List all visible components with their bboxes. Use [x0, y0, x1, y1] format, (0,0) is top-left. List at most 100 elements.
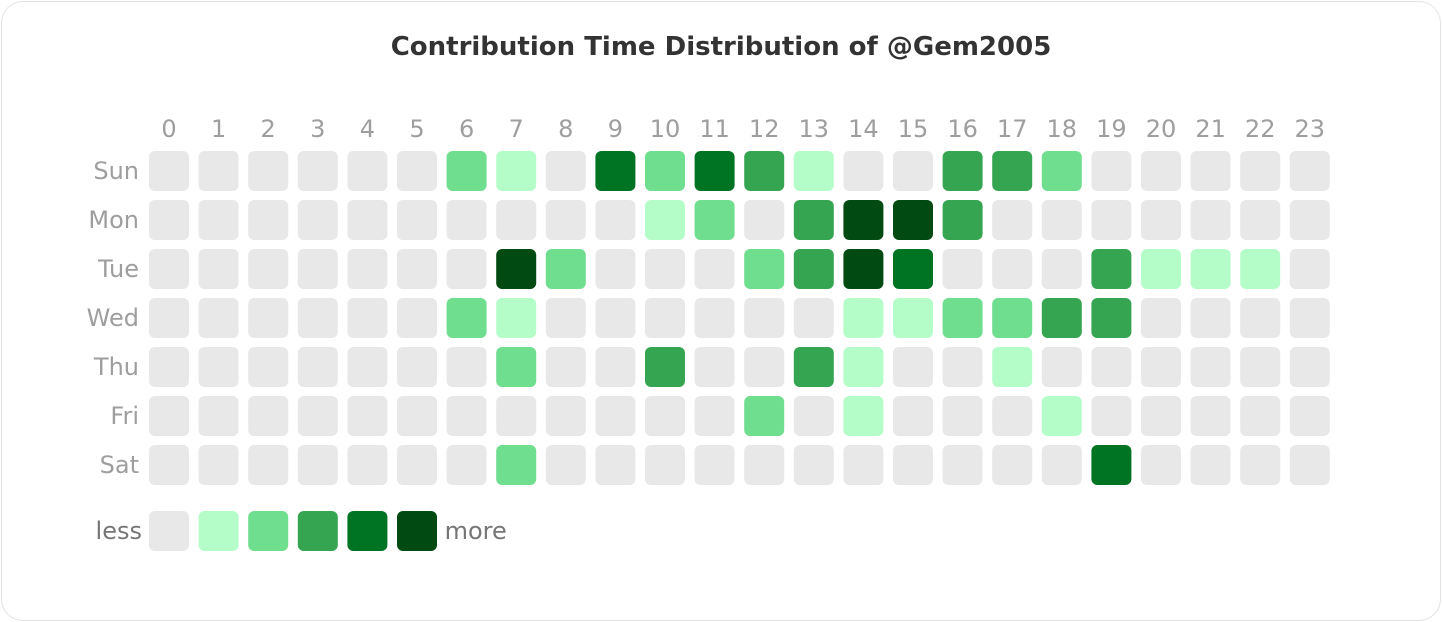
x-tick-label: 22 — [1245, 115, 1276, 143]
legend-swatch — [149, 511, 189, 551]
heatmap-cell — [744, 200, 785, 240]
legend-swatch — [297, 511, 338, 551]
heatmap-cell — [992, 200, 1033, 240]
y-tick-label: Sun — [93, 157, 139, 185]
heatmap-cell — [1141, 347, 1181, 387]
heatmap-cell — [1091, 347, 1132, 387]
heatmap-cell — [347, 298, 388, 338]
legend-swatch — [347, 511, 388, 551]
heatmap-cell — [297, 396, 338, 436]
heatmap-cell — [149, 347, 189, 387]
heatmap-cell — [297, 249, 338, 289]
heatmap-cell — [793, 347, 834, 387]
heatmap-cell — [297, 151, 338, 191]
heatmap-cell — [645, 347, 685, 387]
heatmap-cell — [1240, 249, 1281, 289]
heatmap-cell — [1141, 151, 1181, 191]
heatmap-cell — [992, 347, 1033, 387]
heatmap-cell — [843, 249, 884, 289]
legend-less-label: less — [96, 517, 142, 545]
heatmap-cell — [1240, 200, 1281, 240]
heatmap-cell — [1141, 396, 1181, 436]
heatmap-cell — [149, 445, 189, 485]
heatmap-cell — [843, 298, 884, 338]
x-tick-label: 16 — [947, 115, 978, 143]
heatmap-cell — [1190, 445, 1231, 485]
heatmap-cell — [1041, 396, 1082, 436]
heatmap-cell — [893, 396, 933, 436]
heatmap-cell — [347, 347, 388, 387]
heatmap-cell — [347, 445, 388, 485]
y-tick-label: Mon — [88, 206, 139, 234]
heatmap-cell — [248, 151, 289, 191]
heatmap-cell — [1091, 200, 1132, 240]
heatmap-cell — [893, 200, 933, 240]
heatmap-cell — [496, 396, 537, 436]
heatmap-cell — [446, 200, 487, 240]
heatmap-cell — [1190, 200, 1231, 240]
heatmap-cell — [595, 347, 636, 387]
heatmap-cell — [1091, 396, 1132, 436]
x-tick-label: 21 — [1195, 115, 1226, 143]
heatmap-cell — [595, 445, 636, 485]
heatmap-cell — [942, 249, 983, 289]
heatmap-cell — [545, 249, 586, 289]
heatmap-cell — [942, 445, 983, 485]
heatmap-cell — [992, 396, 1033, 436]
heatmap-cell — [793, 445, 834, 485]
heatmap-cell — [744, 249, 785, 289]
heatmap-cell — [843, 200, 884, 240]
heatmap-cell — [942, 347, 983, 387]
heatmap-cell — [793, 200, 834, 240]
legend-swatch — [198, 511, 239, 551]
heatmap-cell — [942, 200, 983, 240]
x-tick-label: 8 — [558, 115, 573, 143]
y-tick-label: Fri — [110, 402, 139, 430]
heatmap-cell — [843, 151, 884, 191]
heatmap-cell — [297, 445, 338, 485]
heatmap-cell — [1041, 445, 1082, 485]
heatmap-cell — [645, 200, 685, 240]
heatmap-cell — [595, 249, 636, 289]
heatmap-cell — [793, 396, 834, 436]
heatmap-cell — [545, 445, 586, 485]
heatmap-cell — [149, 298, 189, 338]
heatmap-cell — [496, 151, 537, 191]
heatmap-cell — [149, 200, 189, 240]
heatmap-cell — [446, 445, 487, 485]
heatmap-cell — [744, 445, 785, 485]
heatmap-cell — [1190, 347, 1231, 387]
heatmap-cell — [645, 298, 685, 338]
heatmap-cell — [347, 151, 388, 191]
heatmap-cell — [1289, 396, 1330, 436]
x-tick-label: 5 — [409, 115, 424, 143]
heatmap-cell — [1289, 347, 1330, 387]
heatmap-cell — [744, 396, 785, 436]
heatmap-cell — [1190, 396, 1231, 436]
heatmap-cell — [545, 347, 586, 387]
y-tick-label: Sat — [100, 451, 139, 479]
heatmap-cell — [942, 151, 983, 191]
heatmap-cell — [1141, 249, 1181, 289]
x-tick-label: 2 — [261, 115, 276, 143]
heatmap-cell — [446, 298, 487, 338]
heatmap-cell — [893, 347, 933, 387]
heatmap-cell — [1041, 151, 1082, 191]
heatmap-cell — [893, 249, 933, 289]
x-tick-label: 12 — [749, 115, 780, 143]
heatmap-cell — [744, 151, 785, 191]
heatmap-cell — [595, 151, 636, 191]
x-tick-label: 13 — [799, 115, 830, 143]
x-tick-label: 1 — [211, 115, 226, 143]
heatmap-cell — [198, 396, 239, 436]
heatmap-cell — [1041, 249, 1082, 289]
heatmap-cell — [248, 445, 289, 485]
heatmap-cell — [347, 396, 388, 436]
heatmap-cell — [248, 249, 289, 289]
heatmap-cell — [1289, 151, 1330, 191]
heatmap-cell — [1091, 298, 1132, 338]
x-tick-label: 7 — [509, 115, 524, 143]
x-tick-label: 20 — [1146, 115, 1177, 143]
heatmap-cell — [744, 347, 785, 387]
heatmap-cell — [347, 200, 388, 240]
